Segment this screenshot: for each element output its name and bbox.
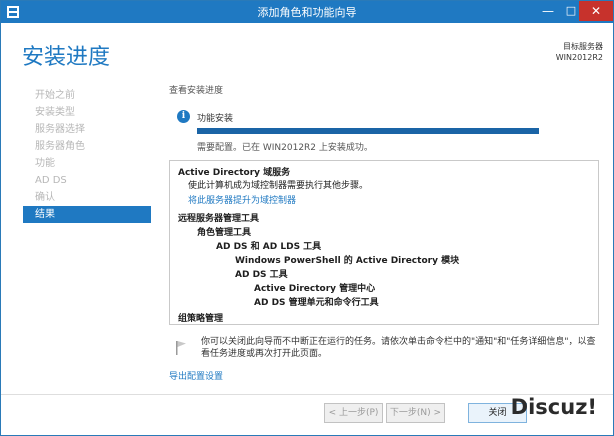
result-role-tools: 角色管理工具 — [197, 228, 252, 238]
result-snapins: AD DS 管理单元和命令行工具 — [254, 298, 379, 308]
result-ad-ds: Active Directory 域服务 — [178, 168, 291, 178]
nav-item-confirmation: 确认 — [35, 192, 55, 203]
wizard-window: 添加角色和功能向导 — □ ✕ 安装进度 目标服务器 WIN2012R2 开始之… — [0, 0, 614, 436]
result-ad-lds-tools: AD DS 和 AD LDS 工具 — [216, 242, 322, 252]
page-title: 安装进度 — [22, 45, 111, 70]
flag-icon — [176, 341, 186, 355]
previous-button[interactable]: < 上一步(P) — [324, 403, 383, 423]
wizard-nav: 开始之前 安装类型 服务器选择 服务器角色 功能 AD DS 确认 结果 — [23, 87, 151, 223]
title-bar: 添加角色和功能向导 — □ ✕ — [1, 1, 613, 23]
result-ps-module: Windows PowerShell 的 Active Directory 模块 — [235, 256, 460, 266]
close-wizard-note: 你可以关闭此向导而不中断正在运行的任务。请依次单击命令栏中的"通知"和"任务详细… — [201, 337, 596, 359]
next-button[interactable]: 下一步(N) > — [386, 403, 445, 423]
nav-item-before-you-begin: 开始之前 — [35, 90, 75, 101]
window-title: 添加角色和功能向导 — [257, 6, 357, 19]
target-server-label: 目标服务器 — [563, 42, 603, 51]
result-admin-center: Active Directory 管理中心 — [254, 284, 376, 294]
result-ad-ds-note: 使此计算机成为域控制器需要执行其他步骤。 — [188, 181, 369, 191]
promote-dc-link[interactable]: 将此服务器提升为域控制器 — [188, 193, 296, 206]
status-text: 需要配置。已在 WIN2012R2 上安装成功。 — [197, 143, 373, 153]
progress-fill — [197, 128, 539, 134]
progress-bar — [197, 128, 539, 134]
result-gpmc: 组策略管理 — [178, 314, 224, 324]
results-list[interactable]: Active Directory 域服务 使此计算机成为域控制器需要执行其他步骤… — [169, 160, 599, 325]
nav-item-ad-ds: AD DS — [35, 175, 67, 186]
close-window-button[interactable]: ✕ — [579, 1, 613, 21]
nav-item-server-selection: 服务器选择 — [35, 124, 85, 135]
export-settings-link[interactable]: 导出配置设置 — [169, 369, 223, 382]
section-label: 查看安装进度 — [169, 86, 224, 96]
feature-installation-label: 功能安装 — [197, 114, 234, 124]
nav-item-features: 功能 — [35, 158, 55, 169]
info-icon: i — [177, 110, 190, 123]
watermark-logo: Discuz! — [510, 395, 597, 419]
nav-item-server-roles: 服务器角色 — [35, 141, 85, 152]
result-ad-ds-tools: AD DS 工具 — [235, 270, 288, 280]
nav-item-installation-type: 安装类型 — [35, 107, 75, 118]
target-server: 目标服务器 WIN2012R2 — [556, 41, 603, 63]
result-rsat: 远程服务器管理工具 — [178, 214, 260, 224]
target-server-name: WIN2012R2 — [555, 53, 603, 62]
nav-item-results[interactable]: 结果 — [23, 206, 151, 223]
